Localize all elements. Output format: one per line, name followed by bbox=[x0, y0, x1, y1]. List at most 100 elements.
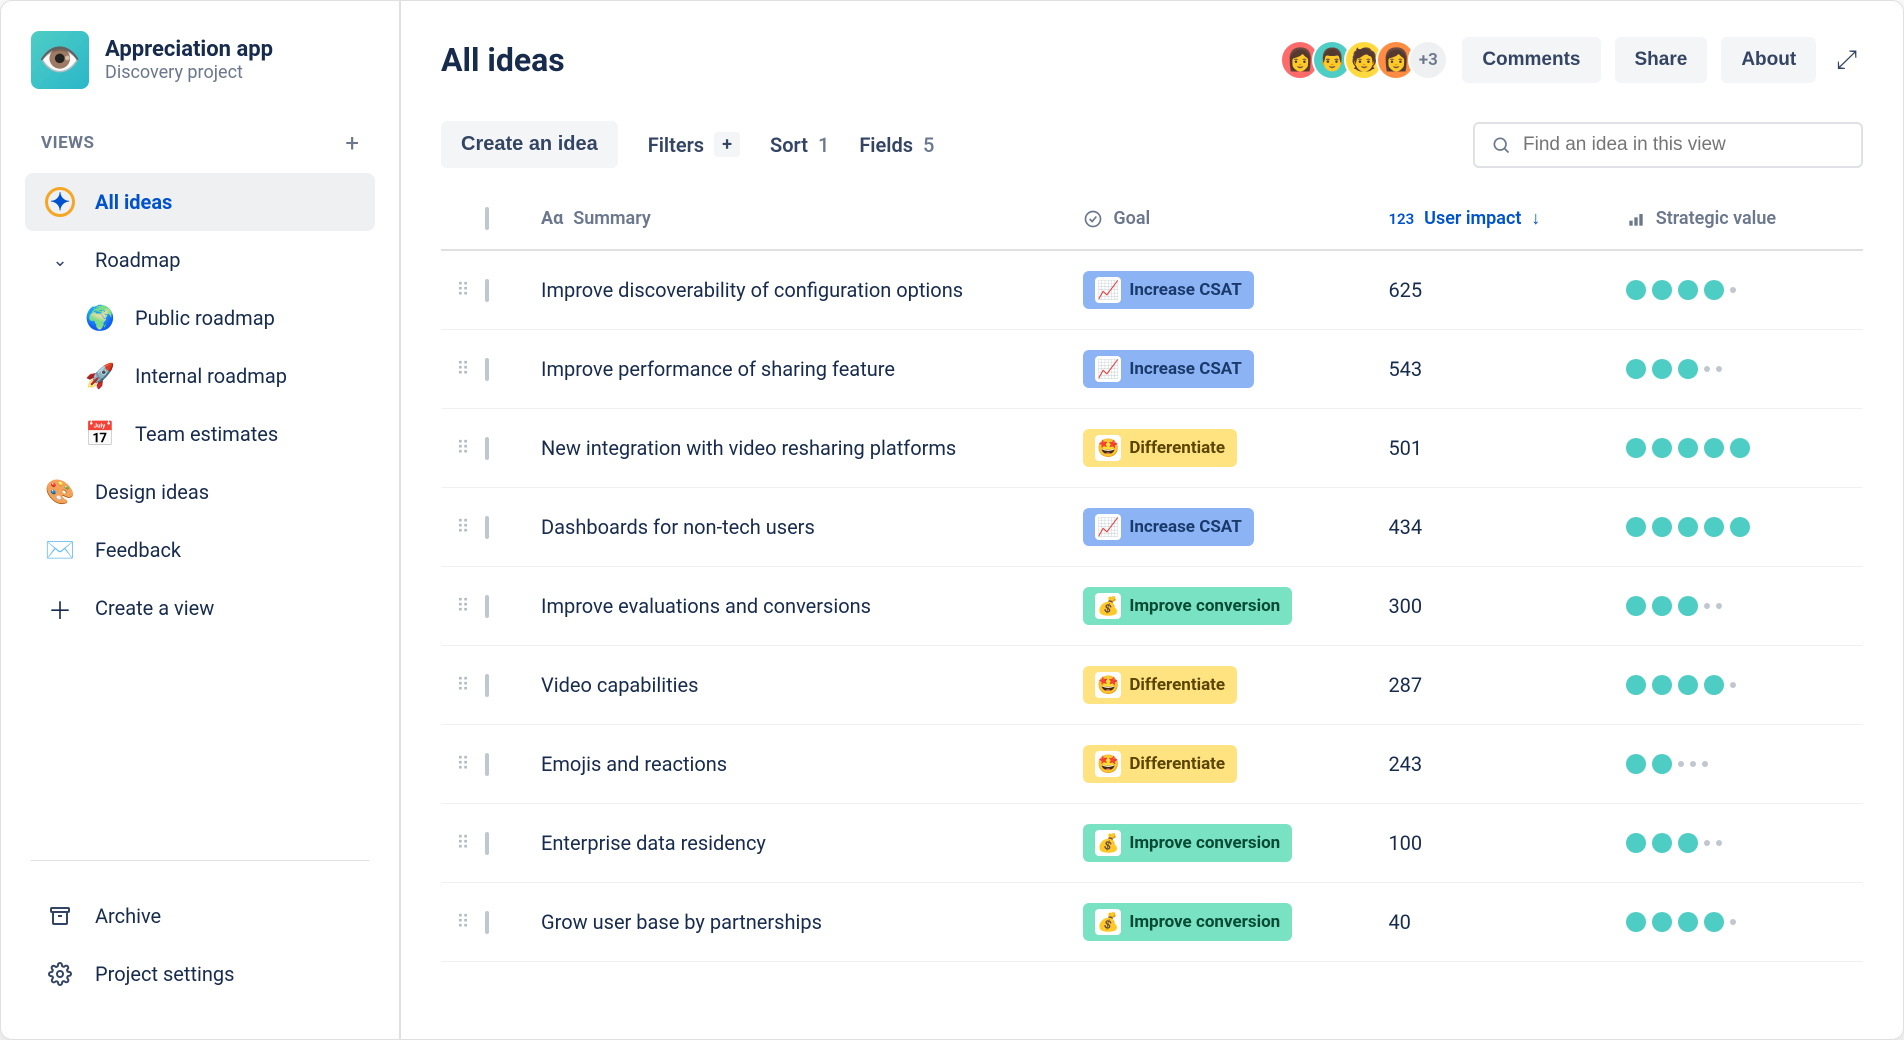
table-row[interactable]: ⠿ New integration with video resharing p… bbox=[441, 409, 1863, 488]
column-label: Goal bbox=[1113, 208, 1150, 229]
search-input[interactable] bbox=[1523, 134, 1845, 156]
row-checkbox[interactable] bbox=[485, 753, 489, 776]
envelope-icon: ✉️ bbox=[43, 533, 77, 567]
column-goal[interactable]: Goal bbox=[1083, 208, 1388, 229]
goal-badge[interactable]: 🤩 Differentiate bbox=[1083, 745, 1237, 783]
sidebar-item-label: All ideas bbox=[95, 190, 172, 214]
number-icon: 123 bbox=[1388, 210, 1414, 228]
goal-badge[interactable]: 💰 Improve conversion bbox=[1083, 824, 1292, 862]
text-icon: Aα bbox=[541, 208, 563, 229]
row-checkbox[interactable] bbox=[485, 911, 489, 934]
search-input-wrap[interactable] bbox=[1473, 122, 1863, 168]
sort-button[interactable]: Sort 1 bbox=[770, 133, 829, 157]
fields-label: Fields bbox=[859, 133, 913, 157]
table-row[interactable]: ⠿ Enterprise data residency 💰 Improve co… bbox=[441, 804, 1863, 883]
select-all-checkbox[interactable] bbox=[485, 207, 489, 230]
drag-handle-icon[interactable]: ⠿ bbox=[441, 280, 485, 301]
ideas-table: Aα Summary Goal 123 User impact ↓ bbox=[441, 194, 1863, 962]
goal-label: Differentiate bbox=[1129, 675, 1225, 695]
row-checkbox[interactable] bbox=[485, 437, 489, 460]
goal-badge[interactable]: 💰 Improve conversion bbox=[1083, 903, 1292, 941]
search-icon bbox=[1491, 135, 1511, 155]
goal-badge[interactable]: 📈 Increase CSAT bbox=[1083, 271, 1253, 309]
check-circle-icon bbox=[1083, 209, 1103, 229]
idea-summary: Dashboards for non-tech users bbox=[541, 515, 815, 539]
row-checkbox[interactable] bbox=[485, 358, 489, 381]
table-row[interactable]: ⠿ Video capabilities 🤩 Differentiate 287 bbox=[441, 646, 1863, 725]
sidebar-item-all-ideas[interactable]: ✦ All ideas bbox=[25, 173, 375, 231]
rating-dot-filled bbox=[1652, 438, 1672, 458]
sidebar-item-create-view[interactable]: ＋ Create a view bbox=[25, 579, 375, 637]
app-root: 👁️ Appreciation app Discovery project VI… bbox=[0, 0, 1904, 1040]
goal-badge[interactable]: 📈 Increase CSAT bbox=[1083, 350, 1253, 388]
sidebar-item-internal-roadmap[interactable]: 🚀 Internal roadmap bbox=[25, 347, 375, 405]
row-checkbox[interactable] bbox=[485, 832, 489, 855]
sidebar-item-label: Create a view bbox=[95, 596, 214, 620]
gear-icon bbox=[43, 957, 77, 991]
row-checkbox[interactable] bbox=[485, 516, 489, 539]
drag-handle-icon[interactable]: ⠿ bbox=[441, 912, 485, 933]
row-checkbox[interactable] bbox=[485, 279, 489, 302]
sidebar-item-label: Roadmap bbox=[95, 248, 181, 272]
table-row[interactable]: ⠿ Dashboards for non-tech users 📈 Increa… bbox=[441, 488, 1863, 567]
create-idea-button[interactable]: Create an idea bbox=[441, 121, 618, 168]
rating-dot-filled bbox=[1626, 596, 1646, 616]
column-user-impact[interactable]: 123 User impact ↓ bbox=[1388, 208, 1625, 229]
fields-button[interactable]: Fields 5 bbox=[859, 133, 934, 157]
column-strategic-value[interactable]: Strategic value bbox=[1626, 208, 1863, 229]
table-row[interactable]: ⠿ Improve evaluations and conversions 💰 … bbox=[441, 567, 1863, 646]
sidebar-item-team-estimates[interactable]: 📅 Team estimates bbox=[25, 405, 375, 463]
goal-badge[interactable]: 💰 Improve conversion bbox=[1083, 587, 1292, 625]
goal-badge[interactable]: 🤩 Differentiate bbox=[1083, 429, 1237, 467]
rating-dot-filled bbox=[1652, 833, 1672, 853]
sidebar-item-feedback[interactable]: ✉️ Feedback bbox=[25, 521, 375, 579]
goal-badge[interactable]: 📈 Increase CSAT bbox=[1083, 508, 1253, 546]
about-button[interactable]: About bbox=[1721, 37, 1816, 83]
avatar-stack[interactable]: 👩 👨 🧑 👩 +3 bbox=[1288, 40, 1448, 80]
main-header: All ideas 👩 👨 🧑 👩 +3 Comments Share Abou… bbox=[441, 37, 1863, 83]
avatar-more[interactable]: +3 bbox=[1408, 40, 1448, 80]
sidebar: 👁️ Appreciation app Discovery project VI… bbox=[1, 1, 401, 1039]
rating-dot-filled bbox=[1652, 359, 1672, 379]
sidebar-item-design-ideas[interactable]: 🎨 Design ideas bbox=[25, 463, 375, 521]
sort-count: 1 bbox=[818, 133, 829, 157]
drag-handle-icon[interactable]: ⠿ bbox=[441, 754, 485, 775]
expand-icon[interactable]: ⤢ bbox=[1830, 39, 1863, 82]
strategic-rating bbox=[1626, 754, 1863, 774]
project-type: Discovery project bbox=[105, 62, 273, 83]
idea-summary: Improve evaluations and conversions bbox=[541, 594, 871, 618]
rating-dot-filled bbox=[1626, 517, 1646, 537]
table-row[interactable]: ⠿ Improve discoverability of configurati… bbox=[441, 251, 1863, 330]
views-header: VIEWS + bbox=[1, 119, 399, 167]
drag-handle-icon[interactable]: ⠿ bbox=[441, 833, 485, 854]
user-impact-value: 300 bbox=[1388, 594, 1422, 618]
table-row[interactable]: ⠿ Emojis and reactions 🤩 Differentiate 2… bbox=[441, 725, 1863, 804]
column-summary[interactable]: Aα Summary bbox=[541, 208, 1083, 229]
sidebar-item-archive[interactable]: Archive bbox=[25, 887, 375, 945]
goal-emoji-icon: 🤩 bbox=[1095, 672, 1121, 698]
drag-handle-icon[interactable]: ⠿ bbox=[441, 517, 485, 538]
share-button[interactable]: Share bbox=[1615, 37, 1708, 83]
drag-handle-icon[interactable]: ⠿ bbox=[441, 438, 485, 459]
row-checkbox[interactable] bbox=[485, 674, 489, 697]
sidebar-item-roadmap[interactable]: ⌄ Roadmap bbox=[25, 231, 375, 289]
rating-dot-empty bbox=[1716, 603, 1722, 609]
goal-emoji-icon: 💰 bbox=[1095, 830, 1121, 856]
rating-dot-filled bbox=[1704, 280, 1724, 300]
goal-label: Improve conversion bbox=[1129, 833, 1280, 853]
sidebar-item-project-settings[interactable]: Project settings bbox=[25, 945, 375, 1003]
goal-badge[interactable]: 🤩 Differentiate bbox=[1083, 666, 1237, 704]
filters-button[interactable]: Filters + bbox=[648, 132, 740, 157]
add-view-icon[interactable]: + bbox=[345, 129, 359, 157]
table-row[interactable]: ⠿ Grow user base by partnerships 💰 Impro… bbox=[441, 883, 1863, 962]
drag-handle-icon[interactable]: ⠿ bbox=[441, 596, 485, 617]
table-row[interactable]: ⠿ Improve performance of sharing feature… bbox=[441, 330, 1863, 409]
drag-handle-icon[interactable]: ⠿ bbox=[441, 359, 485, 380]
sidebar-item-public-roadmap[interactable]: 🌍 Public roadmap bbox=[25, 289, 375, 347]
views-label: VIEWS bbox=[41, 133, 94, 153]
goal-label: Differentiate bbox=[1129, 438, 1225, 458]
comments-button[interactable]: Comments bbox=[1462, 37, 1600, 83]
drag-handle-icon[interactable]: ⠿ bbox=[441, 675, 485, 696]
rating-dot-filled bbox=[1626, 438, 1646, 458]
row-checkbox[interactable] bbox=[485, 595, 489, 618]
